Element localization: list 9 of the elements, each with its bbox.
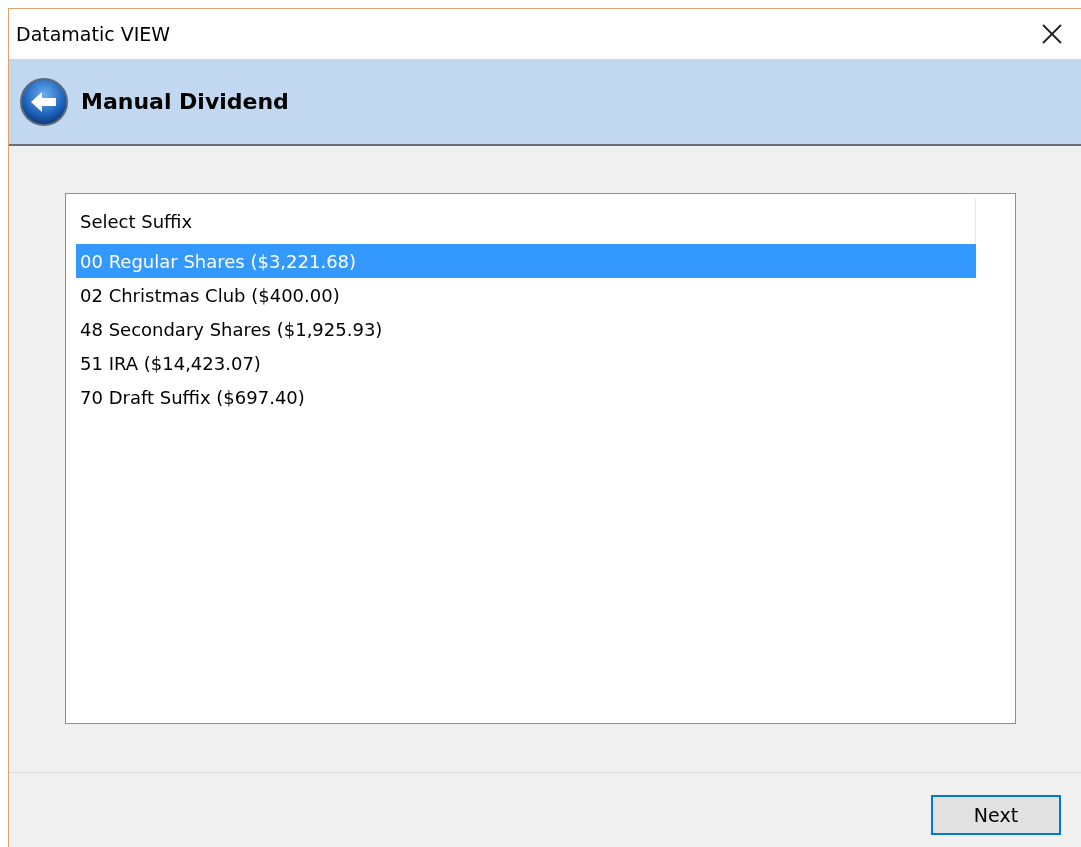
list-item[interactable]: 02 Christmas Club ($400.00) bbox=[76, 278, 976, 312]
next-button[interactable]: Next bbox=[931, 795, 1061, 835]
list-item[interactable]: 70 Draft Suffix ($697.40) bbox=[76, 380, 976, 414]
window-title: Datamatic VIEW bbox=[16, 21, 171, 47]
list-item[interactable]: 51 IRA ($14,423.07) bbox=[76, 346, 976, 380]
close-icon bbox=[1041, 23, 1063, 45]
back-button[interactable] bbox=[19, 76, 69, 127]
list-item[interactable]: 48 Secondary Shares ($1,925.93) bbox=[76, 312, 976, 346]
page-title: Manual Dividend bbox=[81, 88, 289, 116]
